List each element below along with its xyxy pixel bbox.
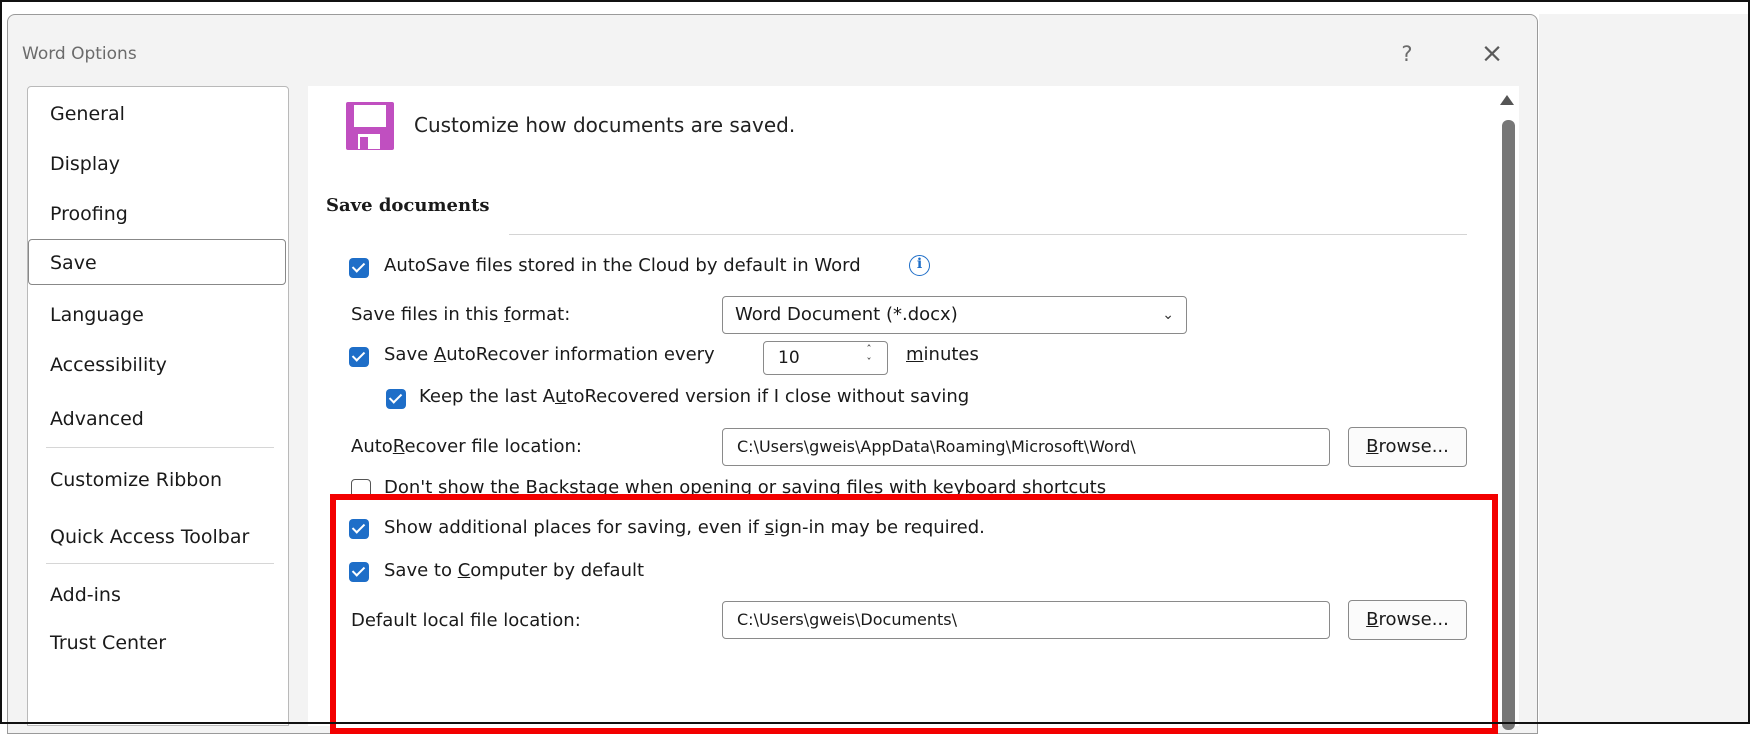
sidebar-item-general[interactable]: General — [28, 91, 286, 137]
sidebar-item-proofing[interactable]: Proofing — [28, 191, 286, 237]
backstage-checkbox[interactable] — [351, 479, 371, 499]
chevron-down-icon: ⌄ — [1162, 307, 1174, 323]
info-icon[interactable]: i — [909, 255, 930, 276]
sidebar-item-save[interactable]: Save — [28, 239, 286, 285]
save-to-computer-checkbox[interactable] — [349, 562, 369, 582]
autorecover-checkbox[interactable] — [349, 347, 369, 367]
additional-places-checkbox[interactable] — [349, 519, 369, 539]
sidebar-divider — [46, 563, 274, 564]
scrollbar-thumb[interactable] — [1502, 120, 1515, 730]
autosave-label: AutoSave files stored in the Cloud by de… — [384, 255, 861, 276]
options-sidebar: General Display Proofing Save Language A… — [27, 86, 289, 726]
dialog-title: Word Options — [22, 44, 137, 64]
backstage-label: Don't show the Backstage when opening or… — [384, 477, 1107, 498]
scroll-up-arrow-icon[interactable] — [1500, 95, 1514, 105]
section-divider — [509, 234, 1467, 235]
autorecover-label: Save AutoRecover information every — [384, 344, 715, 365]
sidebar-item-customize-ribbon[interactable]: Customize Ribbon — [28, 457, 286, 503]
help-button[interactable]: ? — [1394, 40, 1420, 68]
additional-places-label: Show additional places for saving, even … — [384, 517, 985, 538]
sidebar-item-trust-center[interactable]: Trust Center — [28, 620, 286, 666]
autorecover-browse-button[interactable]: Browse... — [1348, 427, 1467, 467]
save-format-value: Word Document (*.docx) — [735, 304, 958, 325]
page-header-text: Customize how documents are saved. — [414, 113, 796, 137]
keep-last-label: Keep the last AutoRecovered version if I… — [419, 386, 970, 407]
autorecover-location-label: AutoRecover file location: — [351, 436, 582, 457]
default-local-browse-button[interactable]: Browse... — [1348, 600, 1467, 640]
stepper-arrows-icon[interactable]: ˆˇ — [863, 343, 875, 369]
autosave-checkbox[interactable] — [349, 258, 369, 278]
save-format-select[interactable]: Word Document (*.docx) ⌄ — [722, 296, 1187, 334]
sidebar-item-display[interactable]: Display — [28, 141, 286, 187]
save-disk-icon — [346, 102, 394, 150]
save-to-computer-label: Save to Computer by default — [384, 560, 645, 581]
sidebar-item-language[interactable]: Language — [28, 292, 286, 338]
save-format-label: Save files in this format: — [351, 304, 571, 325]
keep-last-checkbox[interactable] — [386, 389, 406, 409]
sidebar-item-accessibility[interactable]: Accessibility — [28, 342, 286, 388]
sidebar-divider — [46, 447, 274, 448]
background-area — [1539, 14, 1750, 724]
sidebar-item-quick-access-toolbar[interactable]: Quick Access Toolbar — [28, 514, 286, 560]
sidebar-item-advanced[interactable]: Advanced — [28, 396, 286, 442]
sidebar-item-add-ins[interactable]: Add-ins — [28, 572, 286, 618]
autorecover-minutes-stepper[interactable]: 10 ˆˇ — [763, 341, 888, 375]
minutes-label: minutes — [906, 344, 979, 365]
section-title: Save documents — [326, 195, 490, 216]
default-local-location-label: Default local file location: — [351, 610, 581, 631]
autorecover-minutes-value: 10 — [778, 348, 800, 368]
autorecover-location-input[interactable]: C:\Users\gweis\AppData\Roaming\Microsoft… — [722, 428, 1330, 466]
close-button[interactable]: × — [1476, 40, 1508, 68]
default-local-location-input[interactable]: C:\Users\gweis\Documents\ — [722, 601, 1330, 639]
